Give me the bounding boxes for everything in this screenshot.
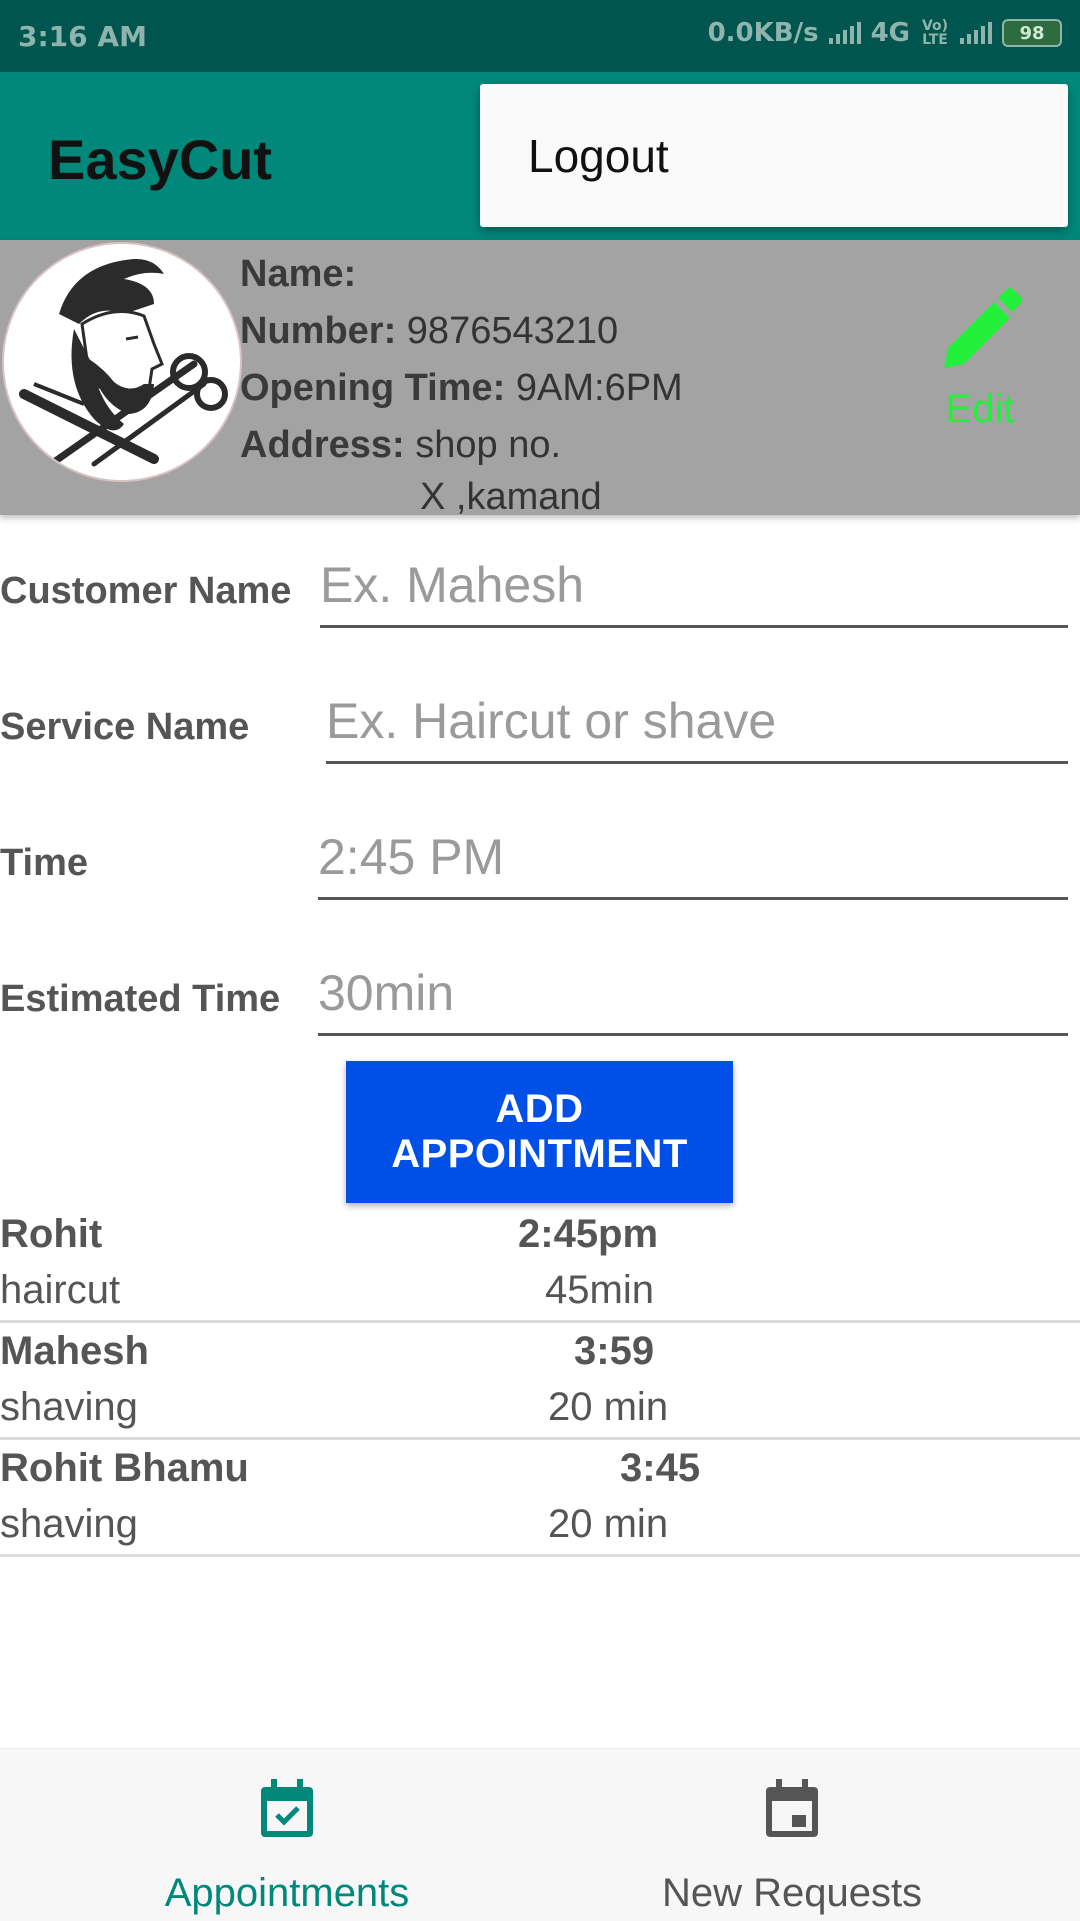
status-time: 3:16 AM xyxy=(18,20,147,53)
appointment-time: 2:45pm xyxy=(518,1212,659,1256)
appointment-duration: 20 min xyxy=(548,1502,669,1546)
opening-time-label: Opening Time: xyxy=(240,367,506,409)
profile-card: Name: Number: 9876543210 Opening Time: 9… xyxy=(0,240,1080,518)
overflow-menu: Logout xyxy=(480,84,1068,227)
profile-opening-row: Opening Time: 9AM:6PM xyxy=(240,360,683,417)
edit-profile-button[interactable]: Edit xyxy=(930,280,1030,480)
app-title: EasyCut xyxy=(48,128,273,191)
status-indicators: 0.0KB/s 4G Vo) LTE 98 xyxy=(708,18,1062,48)
appointment-customer: Rohit xyxy=(0,1212,103,1256)
nav-label-new-requests: New Requests xyxy=(661,1871,923,1915)
customer-name-input[interactable] xyxy=(320,555,1068,628)
time-input[interactable] xyxy=(318,827,1068,900)
opening-time-value: 9AM:6PM xyxy=(515,367,683,409)
profile-name-row: Name: xyxy=(240,246,683,303)
volte-icon: Vo) LTE xyxy=(921,18,949,48)
customer-name-label: Customer Name xyxy=(0,570,292,612)
service-name-label: Service Name xyxy=(0,706,250,748)
edit-label: Edit xyxy=(945,387,1015,431)
list-item[interactable]: Mahesh shaving 3:59 20 min xyxy=(0,1321,1080,1440)
network-speed: 0.0KB/s xyxy=(707,18,819,48)
signal-icon xyxy=(828,22,861,44)
calendar-event-icon xyxy=(766,1779,818,1837)
appointment-service: shaving xyxy=(0,1385,138,1429)
battery-icon: 98 xyxy=(1002,19,1062,47)
profile-number-row: Number: 9876543210 xyxy=(240,303,683,360)
customer-name-row: Customer Name xyxy=(0,545,1080,655)
appointment-time: 3:45 xyxy=(620,1446,701,1490)
nav-label-appointments: Appointments xyxy=(164,1871,410,1915)
signal-icon-2 xyxy=(960,22,992,44)
time-row: Time xyxy=(0,817,1080,927)
status-bar: 3:16 AM 0.0KB/s 4G Vo) LTE 98 xyxy=(0,0,1080,72)
estimated-time-input[interactable] xyxy=(318,963,1068,1036)
nav-item-new-requests[interactable]: New Requests xyxy=(522,1749,1062,1921)
appointment-duration: 20 min xyxy=(548,1385,669,1429)
barber-logo-icon xyxy=(19,258,228,473)
appointment-time: 3:59 xyxy=(574,1329,655,1373)
bottom-navigation: Appointments New Requests xyxy=(0,1748,1080,1921)
calendar-check-icon xyxy=(261,1779,313,1837)
time-label: Time xyxy=(0,842,89,884)
address-line-2: X ,kamand xyxy=(420,476,602,518)
address-label: Address: xyxy=(240,424,405,466)
appointment-customer: Rohit Bhamu xyxy=(0,1446,249,1490)
network-type: 4G xyxy=(870,18,910,48)
estimated-time-row: Estimated Time xyxy=(0,953,1080,1063)
avatar xyxy=(2,242,242,482)
pencil-icon xyxy=(944,288,1022,368)
profile-info: Name: Number: 9876543210 Opening Time: 9… xyxy=(240,246,683,520)
service-name-input[interactable] xyxy=(326,691,1068,764)
appointment-duration: 45min xyxy=(545,1268,654,1312)
list-item[interactable]: Rohit Bhamu shaving 3:45 20 min xyxy=(0,1438,1080,1557)
list-item[interactable]: Rohit haircut 2:45pm 45min xyxy=(0,1204,1080,1323)
service-name-row: Service Name xyxy=(0,681,1080,791)
name-label: Name: xyxy=(240,253,357,295)
menu-item-logout[interactable]: Logout xyxy=(528,129,669,183)
profile-address-row: Address: shop no. xyxy=(240,417,683,474)
nav-item-appointments[interactable]: Appointments xyxy=(17,1749,557,1921)
number-label: Number: xyxy=(240,310,397,352)
estimated-time-label: Estimated Time xyxy=(0,978,281,1020)
add-appointment-button[interactable]: ADD APPOINTMENT xyxy=(346,1061,733,1203)
appointment-service: shaving xyxy=(0,1502,138,1546)
appointment-customer: Mahesh xyxy=(0,1329,149,1373)
number-value: 9876543210 xyxy=(406,310,619,352)
address-line-1: shop no. xyxy=(415,424,562,466)
appointment-service: haircut xyxy=(0,1268,121,1312)
